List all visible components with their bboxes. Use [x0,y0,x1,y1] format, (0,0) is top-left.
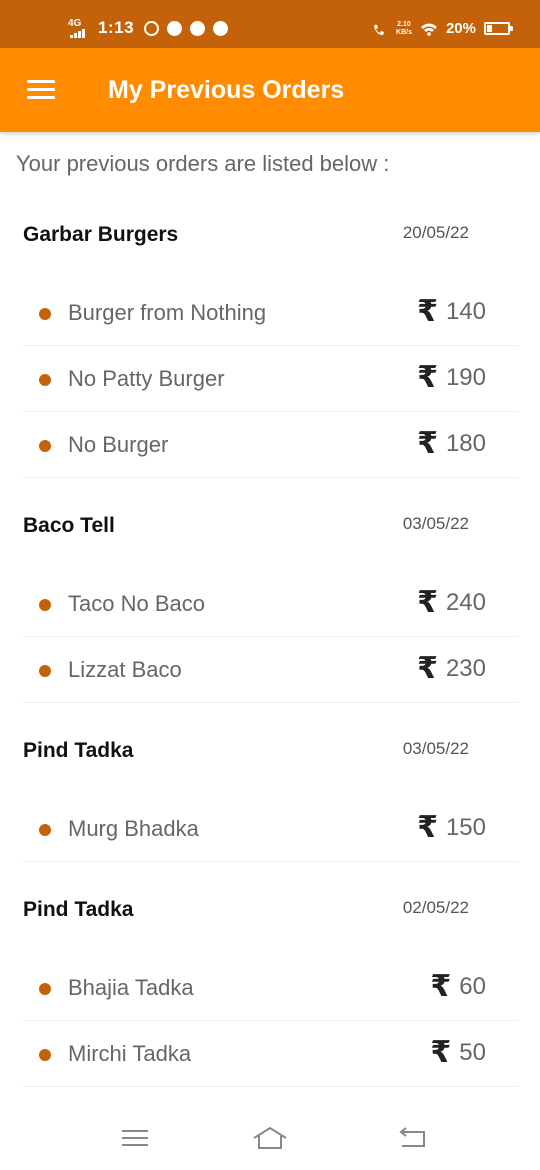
app-bar: My Previous Orders [0,48,540,132]
network-type: 4G [68,18,82,29]
item-price: ₹ 140 [417,297,486,327]
rupee-icon: ₹ [417,811,438,844]
bullet-icon [39,983,51,995]
status-right: 2.10 KB/s 20% [372,20,513,37]
item-price: ₹ 190 [417,363,486,393]
order-item[interactable]: Burger from Nothing ₹ 140 [22,280,518,346]
hamburger-icon[interactable] [22,74,60,106]
bullet-icon [39,308,51,320]
item-name: Taco No Baco [68,591,205,616]
price-value: 190 [445,364,486,391]
item-price: ₹ 60 [430,972,486,1002]
message-icon [167,20,183,36]
restaurant-name: Pind Tadka [23,739,134,762]
item-price: ₹ 230 [417,654,486,684]
status-bar: 4G 1:13 2.10 KB/s 20% [0,0,540,48]
bullet-icon [39,599,51,611]
item-name: No Patty Burger [68,366,225,391]
restaurant-name: Baco Tell [23,514,115,537]
item-name: Lizzat Baco [68,657,182,682]
price-value: 140 [445,298,486,325]
rupee-icon: ₹ [430,970,452,1003]
rupee-icon: ₹ [430,1036,452,1069]
order-date: 03/05/22 [402,514,469,533]
speed-unit: KB/s [396,28,412,36]
item-price: ₹ 50 [430,1038,486,1068]
rupee-icon: ₹ [417,295,438,328]
order-item[interactable]: No Burger ₹ 180 [22,412,518,478]
whatsapp-icon [144,20,160,36]
battery-icon [484,22,513,35]
whatsapp-business-icon [190,20,206,36]
price-value: 60 [459,973,486,1000]
status-time: 1:13 [98,18,135,37]
item-price: ₹ 180 [417,429,486,459]
restaurant-name: Pind Tadka [23,898,134,921]
system-nav-bar [0,1110,540,1170]
order-item[interactable]: No Patty Burger ₹ 190 [22,346,518,412]
bullet-icon [39,824,51,836]
wifi-call-icon [374,24,385,35]
battery-percent: 20% [445,20,476,37]
bullet-icon [39,440,51,452]
rupee-icon: ₹ [417,427,438,460]
speed-value: 2.10 [397,20,411,28]
order-date: 02/05/22 [402,898,469,917]
bullet-icon [39,374,51,386]
rupee-icon: ₹ [417,652,438,685]
order-item[interactable]: Murg Bhadka ₹ 150 [22,796,518,862]
home-icon[interactable] [250,1124,290,1154]
item-name: Mirchi Tadka [68,1041,192,1066]
price-value: 150 [445,814,486,841]
item-name: Bhajia Tadka [68,975,194,1000]
order-item[interactable]: Bhajia Tadka ₹ 60 [22,955,518,1021]
price-value: 230 [445,655,486,682]
order-item[interactable]: Lizzat Baco ₹ 230 [22,637,518,703]
status-left: 4G 1:13 [66,18,230,38]
back-icon[interactable] [392,1124,432,1154]
item-name: No Burger [68,432,169,457]
network-speed: 2.10 KB/s [396,21,412,37]
price-value: 180 [445,430,486,457]
item-price: ₹ 150 [417,813,486,843]
item-name: Burger from Nothing [68,300,267,325]
orders-intro-text: Your previous orders are listed below : [16,151,390,176]
bullet-icon [39,1049,51,1061]
page-title: My Previous Orders [108,76,345,104]
price-value: 240 [445,589,486,616]
restaurant-name: Garbar Burgers [23,223,179,246]
bullet-icon [39,665,51,677]
order-date: 03/05/22 [402,739,469,758]
rupee-icon: ₹ [417,361,438,394]
order-date: 20/05/22 [402,223,469,242]
network-icon: 4G [66,18,92,38]
item-price: ₹ 240 [417,588,486,618]
order-item[interactable]: Taco No Baco ₹ 240 [22,571,518,637]
order-item[interactable]: Mirchi Tadka ₹ 50 [22,1021,518,1087]
rupee-icon: ₹ [417,586,438,619]
menu-icon[interactable] [114,1124,154,1154]
app-notification-icon [213,20,229,36]
wifi-icon [420,23,437,36]
item-name: Murg Bhadka [68,816,199,841]
price-value: 50 [459,1039,486,1066]
